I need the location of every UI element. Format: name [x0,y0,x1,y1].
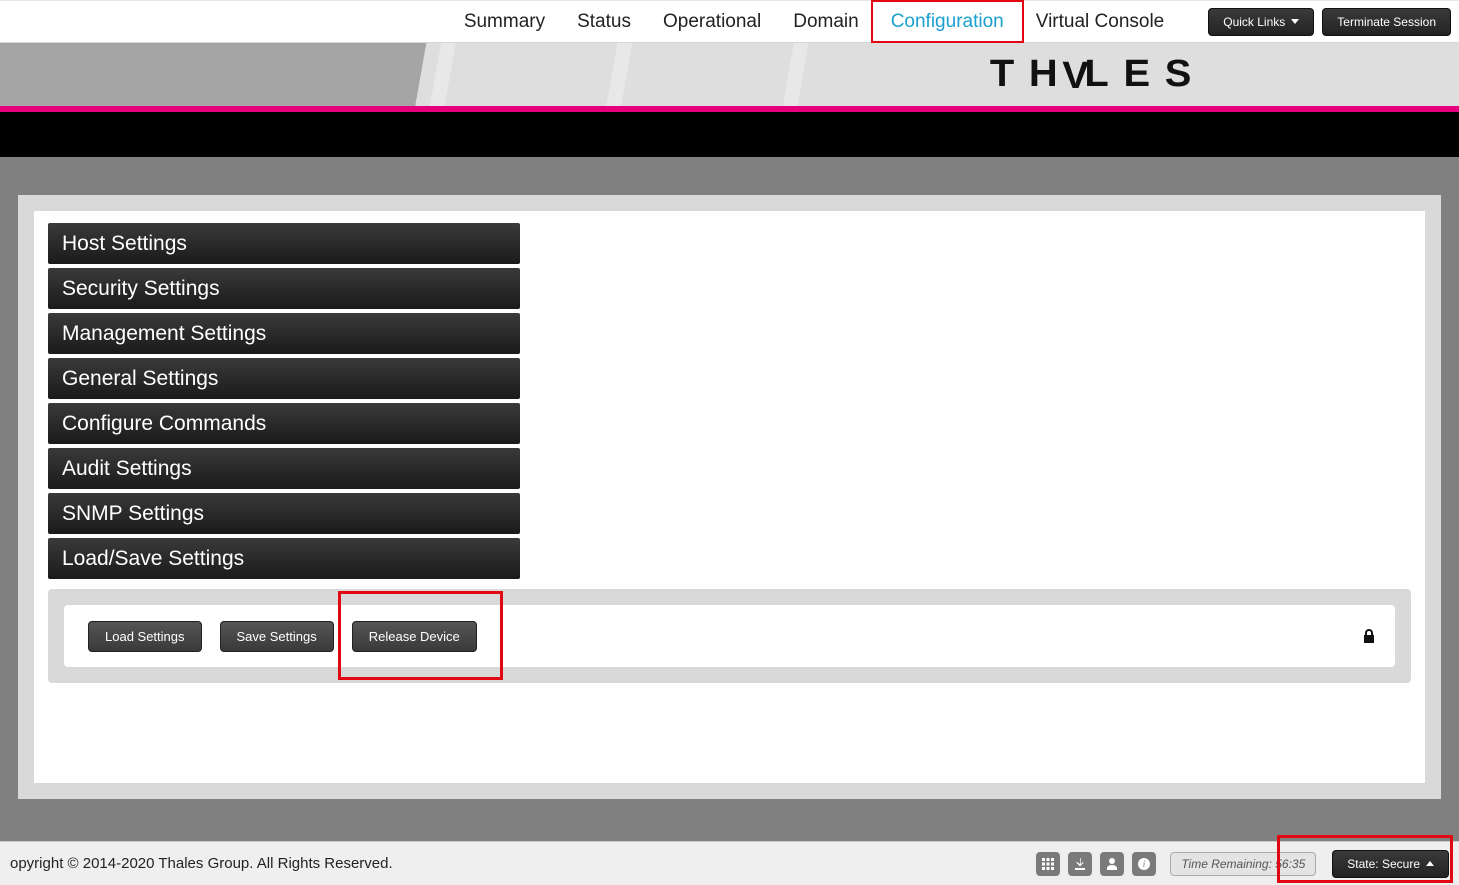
tab-operational[interactable]: Operational [647,0,777,43]
tab-summary[interactable]: Summary [448,0,561,43]
terminate-session-button[interactable]: Terminate Session [1322,8,1451,36]
tab-domain[interactable]: Domain [777,0,874,43]
tab-virtual-console[interactable]: Virtual Console [1020,0,1181,43]
tab-status[interactable]: Status [561,0,647,43]
acc-host-settings[interactable]: Host Settings [48,223,520,264]
content-frame: Host Settings Security Settings Manageme… [18,195,1441,799]
user-icon[interactable] [1100,852,1124,876]
quick-links-button[interactable]: Quick Links [1208,8,1314,36]
acc-load-save-settings[interactable]: Load/Save Settings [48,538,520,579]
acc-management-settings[interactable]: Management Settings [48,313,520,354]
grid-icon[interactable] [1036,852,1060,876]
load-save-panel-inner: Load Settings Save Settings Release Devi… [64,605,1395,667]
lock-icon [1363,629,1375,643]
nav-tabs: Summary Status Operational Domain Config… [448,0,1180,43]
chevron-up-icon [1426,861,1434,866]
settings-accordion: Host Settings Security Settings Manageme… [48,223,520,579]
state-secure-label: State: Secure [1347,857,1420,871]
copyright-text: opyright © 2014-2020 Thales Group. All R… [10,855,393,872]
acc-configure-commands[interactable]: Configure Commands [48,403,520,444]
load-settings-button[interactable]: Load Settings [88,621,202,652]
top-nav-bar: Summary Status Operational Domain Config… [0,0,1459,43]
acc-snmp-settings[interactable]: SNMP Settings [48,493,520,534]
black-stripe [0,112,1459,157]
load-save-panel: Load Settings Save Settings Release Devi… [48,589,1411,683]
content-inner: Host Settings Security Settings Manageme… [34,211,1425,783]
acc-general-settings[interactable]: General Settings [48,358,520,399]
brand-logo: THVLES [990,53,1206,96]
acc-audit-settings[interactable]: Audit Settings [48,448,520,489]
info-icon[interactable]: i [1132,852,1156,876]
terminate-session-label: Terminate Session [1337,15,1436,29]
time-remaining: Time Remaining: 56:35 [1170,852,1316,876]
acc-security-settings[interactable]: Security Settings [48,268,520,309]
brand-banner: THVLES [0,43,1459,106]
save-settings-button[interactable]: Save Settings [220,621,334,652]
tab-configuration[interactable]: Configuration [875,0,1020,43]
quick-links-label: Quick Links [1223,15,1285,29]
chevron-down-icon [1291,19,1299,24]
release-device-button[interactable]: Release Device [352,621,477,652]
state-secure-button[interactable]: State: Secure [1332,850,1449,878]
content-area: Host Settings Security Settings Manageme… [0,157,1459,841]
footer-bar: opyright © 2014-2020 Thales Group. All R… [0,841,1459,885]
download-icon[interactable] [1068,852,1092,876]
